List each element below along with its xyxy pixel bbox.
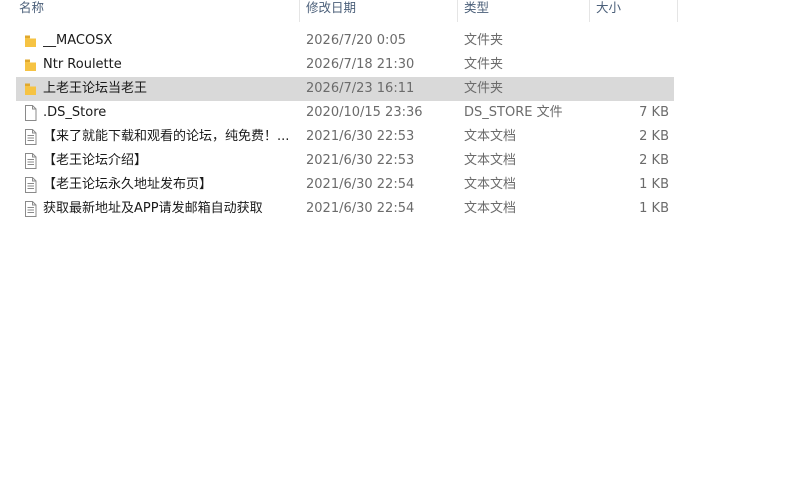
file-size [594, 53, 669, 77]
file-size [594, 29, 669, 53]
file-type: 文件夹 [464, 33, 504, 48]
file-date-modified: 2021/6/30 22:54 [306, 201, 415, 216]
file-row[interactable]: .DS_Store 2020/10/15 23:36 DS_STORE 文件 7 KB [16, 101, 674, 125]
file-type: DS_STORE 文件 [464, 105, 563, 120]
file-type: 文本文档 [464, 129, 517, 144]
file-type: 文件夹 [464, 81, 504, 96]
file-date-modified: 2026/7/23 16:11 [306, 81, 415, 96]
folder-icon [22, 53, 40, 77]
column-header-date-modified[interactable]: 修改日期 [300, 0, 458, 22]
column-header-type[interactable]: 类型 [458, 0, 590, 22]
column-header-size[interactable]: 大小 [590, 0, 678, 22]
file-name: __MACOSX [43, 33, 113, 48]
file-size: 1 KB [639, 177, 669, 192]
column-header-name[interactable]: 名称 [13, 0, 300, 22]
file-row[interactable]: 【来了就能下载和观看的论坛，纯免费！... 2021/6/30 22:53 文本文档… [16, 125, 674, 149]
folder-icon [22, 29, 40, 53]
file-name: 获取最新地址及APP请发邮箱自动获取 [43, 201, 263, 216]
file-name: 【老王论坛介绍】 [43, 153, 148, 168]
file-size: 2 KB [639, 129, 669, 144]
file-type: 文本文档 [464, 201, 517, 216]
file-date-modified: 2021/6/30 22:53 [306, 129, 415, 144]
file-size: 2 KB [639, 153, 669, 168]
blank-file-icon [22, 101, 40, 125]
file-type: 文本文档 [464, 177, 517, 192]
text-file-icon [22, 125, 40, 149]
file-name: 【老王论坛永久地址发布页】 [43, 177, 213, 192]
text-file-icon [22, 173, 40, 197]
text-file-icon [22, 197, 40, 221]
file-type: 文本文档 [464, 153, 517, 168]
file-row[interactable]: 获取最新地址及APP请发邮箱自动获取 2021/6/30 22:54 文本文档 1 K… [16, 197, 674, 221]
file-name: 上老王论坛当老王 [43, 81, 148, 96]
column-header-bar: 名称 修改日期 类型 大小 [0, 0, 800, 22]
folder-icon [22, 77, 40, 101]
file-size: 7 KB [639, 105, 669, 120]
file-name: .DS_Store [43, 105, 107, 120]
file-date-modified: 2021/6/30 22:54 [306, 177, 415, 192]
file-row[interactable]: 【老王论坛介绍】 2021/6/30 22:53 文本文档 2 KB [16, 149, 674, 173]
file-date-modified: 2026/7/18 21:30 [306, 57, 415, 72]
file-row[interactable]: Ntr Roulette 2026/7/18 21:30 文件夹 [16, 53, 674, 77]
file-date-modified: 2026/7/20 0:05 [306, 33, 406, 48]
file-row[interactable]: __MACOSX 2026/7/20 0:05 文件夹 [16, 29, 674, 53]
file-date-modified: 2020/10/15 23:36 [306, 105, 423, 120]
file-explorer-list-view: 名称 修改日期 类型 大小 __MACOSX 2026/7/20 0:05 文件夹 N… [0, 0, 800, 501]
file-size [594, 77, 669, 101]
file-name: 【来了就能下载和观看的论坛，纯免费！... [43, 129, 290, 144]
file-row[interactable]: 上老王论坛当老王 2026/7/23 16:11 文件夹 [16, 77, 674, 101]
file-type: 文件夹 [464, 57, 504, 72]
file-row[interactable]: 【老王论坛永久地址发布页】 2021/6/30 22:54 文本文档 1 KB [16, 173, 674, 197]
file-date-modified: 2021/6/30 22:53 [306, 153, 415, 168]
file-name: Ntr Roulette [43, 57, 122, 72]
file-list: __MACOSX 2026/7/20 0:05 文件夹 Ntr Roulette 202… [16, 29, 674, 221]
file-size: 1 KB [639, 201, 669, 216]
text-file-icon [22, 149, 40, 173]
